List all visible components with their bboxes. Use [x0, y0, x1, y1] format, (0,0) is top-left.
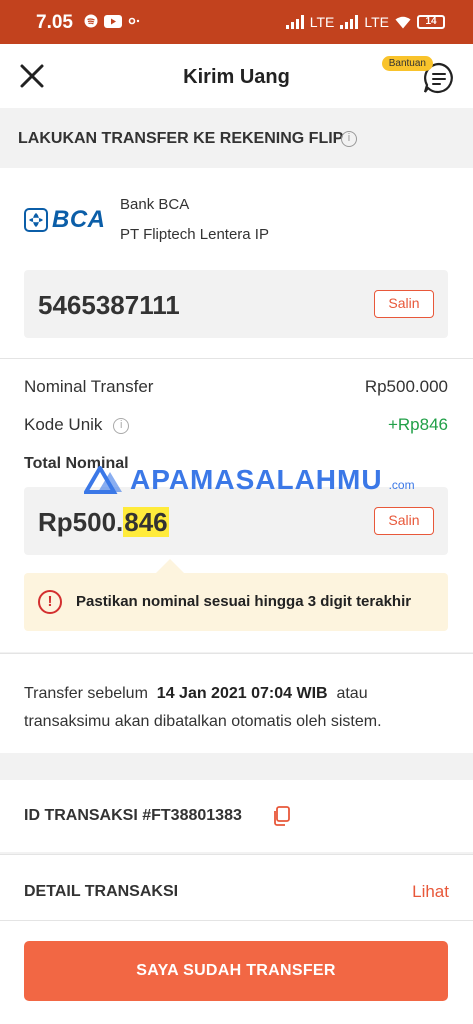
nominal-row: Nominal Transfer Rp500.000 [24, 377, 448, 397]
transaction-id-card: ID TRANSAKSI #FT38801383 [0, 780, 473, 852]
deadline-prefix: Transfer sebelum [24, 685, 148, 702]
info-icon[interactable]: i [113, 417, 130, 434]
bank-card: BCA Bank BCA PT Fliptech Lentera IP 5465… [0, 168, 473, 358]
bank-name: Bank BCA [120, 196, 190, 213]
total-amount-prefix: Rp500. [38, 507, 124, 537]
deadline-card: Transfer sebelum 14 Jan 2021 07:04 WIB a… [0, 653, 473, 753]
cast-icon [128, 17, 140, 25]
kode-unik-value: +Rp846 [387, 415, 448, 434]
warning-text: Pastikan nominal sesuai hingga 3 digit t… [76, 593, 412, 610]
nominal-value: Rp500.000 [364, 377, 448, 396]
signal-icon [340, 15, 359, 29]
wifi-icon [395, 16, 411, 28]
alert-icon: ! [38, 590, 62, 614]
signal-icon [285, 15, 304, 29]
bca-logo: BCA [24, 206, 106, 234]
nominal-label: Nominal Transfer [24, 377, 154, 396]
kode-unik-label: Kode Unik [24, 415, 103, 434]
total-amount: Rp500.846 [38, 507, 169, 538]
app-header: Kirim Uang Bantuan [0, 44, 473, 108]
youtube-icon [104, 14, 122, 28]
total-amount-highlight: 846 [123, 507, 169, 537]
copy-total-button[interactable]: Salin [374, 507, 434, 535]
battery-icon: 14 [417, 15, 445, 29]
total-label: Total Nominal [24, 455, 129, 472]
network-label: LTE [309, 14, 335, 30]
help-badge[interactable]: Bantuan [381, 56, 433, 71]
status-bar: 7.05 LTE LTE 14 [0, 0, 473, 44]
detail-label: DETAIL TRANSAKSI [24, 883, 179, 900]
copy-icon[interactable] [272, 806, 290, 826]
transaction-id: ID TRANSAKSI #FT38801383 [24, 807, 242, 824]
transaction-detail-row: DETAIL TRANSAKSI Lihat [0, 854, 473, 920]
total-amount-box: Rp500.846 Salin [24, 487, 448, 555]
transfer-banner: LAKUKAN TRANSFER KE REKENING FLIP i [0, 110, 473, 168]
account-owner: PT Fliptech Lentera IP [120, 226, 269, 243]
deadline-datetime: 14 Jan 2021 07:04 WIB [156, 685, 328, 702]
kode-unik-row: Kode Unik i +Rp846 [24, 415, 448, 435]
account-number-box: 5465387111 Salin [24, 270, 448, 338]
warning-box: ! Pastikan nominal sesuai hingga 3 digit… [24, 559, 448, 631]
account-number: 5465387111 [38, 290, 180, 320]
spotify-icon [84, 14, 98, 28]
bca-emblem-icon [24, 208, 48, 232]
view-detail-link[interactable]: Lihat [412, 882, 449, 902]
network-label: LTE [364, 14, 389, 30]
info-icon[interactable]: i [341, 131, 357, 147]
confirm-transfer-button[interactable]: SAYA SUDAH TRANSFER [24, 941, 448, 1001]
summary-card: Nominal Transfer Rp500.000 Kode Unik i +… [0, 358, 473, 652]
bca-logo-text: BCA [52, 206, 106, 233]
banner-text: LAKUKAN TRANSFER KE REKENING FLIP [18, 130, 344, 147]
footer: SAYA SUDAH TRANSFER [0, 920, 473, 1024]
copy-account-button[interactable]: Salin [374, 290, 434, 318]
deadline-text: Transfer sebelum 14 Jan 2021 07:04 WIB a… [24, 680, 448, 736]
status-time: 7.05 [36, 12, 73, 33]
